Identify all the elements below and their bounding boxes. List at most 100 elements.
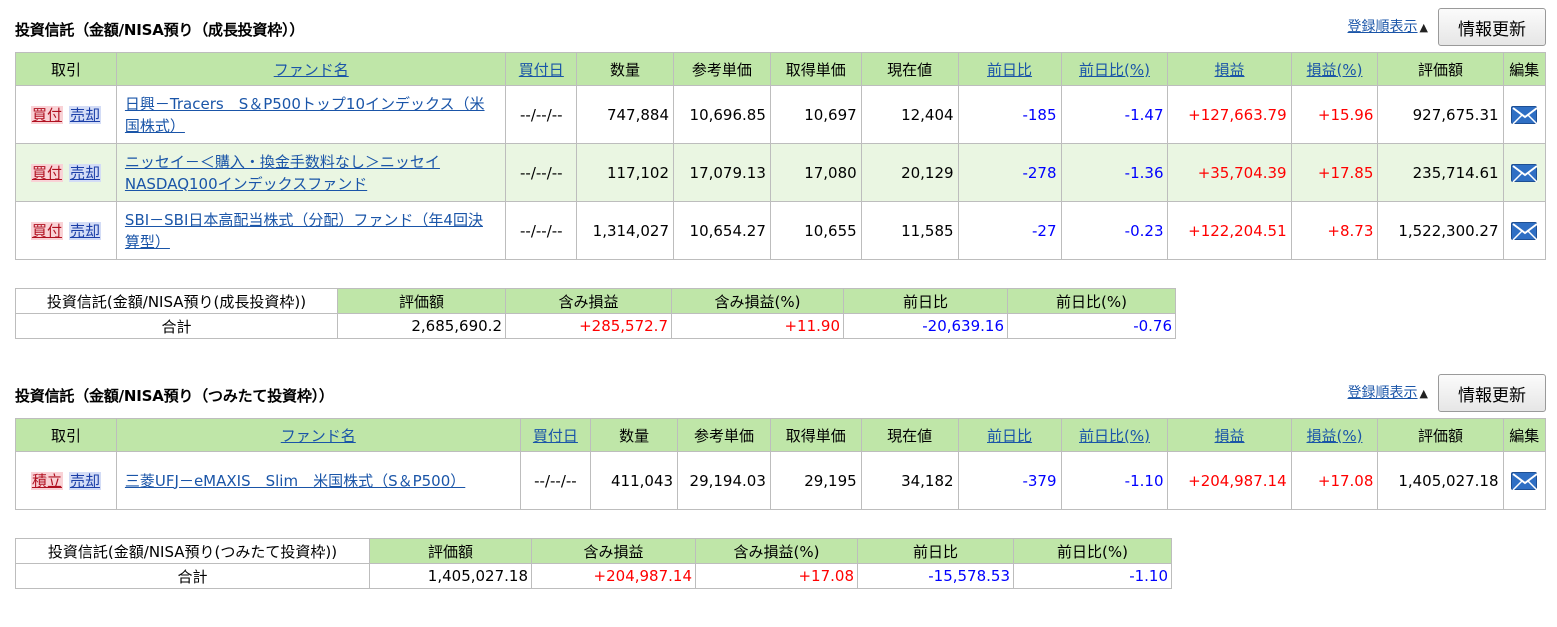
summary-col-unrealized: 含み損益 [531,538,696,564]
mail-icon[interactable] [1511,105,1538,125]
col-fund: ファンド名 [115,52,507,86]
ref-price: 29,194.03 [677,451,771,510]
col-day-change: 前日比 [957,418,1062,452]
growth-summary-table: 投資信託(金額/NISA預り(成長投資枠)) 評価額 含み損益 含み損益(%) … [15,288,1176,339]
ref-price: 10,696.85 [673,85,771,144]
cost-price: 17,080 [769,143,862,202]
summary-col-day-change: 前日比 [843,288,1008,314]
fund-name-link[interactable]: ニッセイ－＜購入・換金手数料なし＞ニッセイNASDAQ100インデックスファンド [125,153,440,193]
summary-unrealized-pct: +11.90 [671,313,844,339]
col-day-change: 前日比 [957,52,1062,86]
col-quantity: 数量 [576,52,674,86]
tsumitate-refresh-button[interactable]: 情報更新 [1438,374,1546,412]
fund-name-link[interactable]: SBI－SBI日本高配当株式（分配）ファンド（年4回決算型） [125,211,483,251]
summary-unrealized-pct: +17.08 [695,563,858,589]
table-row: 積立 売却 三菱UFJ－eMAXIS Slim 米国株式（S＆P500） --/-… [15,451,1547,510]
summary-total-label: 合計 [15,563,370,589]
mail-icon[interactable] [1511,163,1538,183]
summary-day-change-pct: -0.76 [1007,313,1176,339]
sort-day-change-pct-link[interactable]: 前日比(%) [1079,427,1150,445]
summary-unrealized: +285,572.7 [505,313,672,339]
action-cell: 積立 売却 [15,451,117,510]
growth-sort-link[interactable]: 登録順表示 ▲ [1348,16,1428,36]
cost-price: 29,195 [769,451,862,510]
mail-icon[interactable] [1511,471,1538,491]
col-quantity: 数量 [590,418,679,452]
cost-price: 10,697 [769,85,862,144]
col-pnl-pct: 損益(%) [1290,52,1379,86]
summary-day-change: -15,578.53 [857,563,1014,589]
day-change: -379 [957,451,1062,510]
buy-link[interactable]: 買付 [30,164,63,182]
tsumitate-buy-link[interactable]: 積立 [30,472,63,490]
summary-value-row: 合計 2,685,690.2 +285,572.7 +11.90 -20,639… [15,313,1176,339]
fund-cell: 日興－Tracers S＆P500トップ10インデックス（米国株式） [115,85,507,144]
growth-section-header: 投資信託（金額/NISA預り（成長投資枠）） 登録順表示 ▲ 情報更新 [15,8,1546,46]
quantity: 747,884 [576,85,674,144]
summary-total-label: 合計 [15,313,338,339]
fund-name-link[interactable]: 三菱UFJ－eMAXIS Slim 米国株式（S＆P500） [125,472,465,490]
summary-label: 投資信託(金額/NISA預り(成長投資枠)) [15,288,338,314]
edit-cell [1502,85,1547,144]
pnl-pct: +15.96 [1290,85,1379,144]
sort-fund-link[interactable]: ファンド名 [281,427,356,445]
sort-pnl-link[interactable]: 損益 [1215,427,1245,445]
pnl-pct: +17.08 [1290,451,1379,510]
edit-cell [1502,451,1547,510]
current-price: 34,182 [860,451,959,510]
action-cell: 買付 売却 [15,85,117,144]
summary-header-row: 投資信託(金額/NISA預り(成長投資枠)) 評価額 含み損益 含み損益(%) … [15,288,1176,314]
summary-col-day-change: 前日比 [857,538,1014,564]
table-row: 買付 売却 ニッセイ－＜購入・換金手数料なし＞ニッセイNASDAQ100インデック… [15,143,1547,202]
summary-value-row: 合計 1,405,027.18 +204,987.14 +17.08 -15,5… [15,563,1172,589]
tsumitate-section-header: 投資信託（金額/NISA預り（つみたて投資枠）） 登録順表示 ▲ 情報更新 [15,374,1546,412]
edit-cell [1502,143,1547,202]
tsumitate-sort-link[interactable]: 登録順表示 ▲ [1348,382,1428,402]
col-edit: 編集 [1502,52,1547,86]
sort-day-change-link[interactable]: 前日比 [987,427,1032,445]
action-cell: 買付 売却 [15,143,117,202]
growth-refresh-button[interactable]: 情報更新 [1438,8,1546,46]
sort-triangle-icon: ▲ [1419,387,1428,400]
sell-link[interactable]: 売却 [68,106,101,124]
col-valuation: 評価額 [1377,418,1504,452]
quantity: 411,043 [590,451,679,510]
summary-valuation: 1,405,027.18 [369,563,532,589]
tsumitate-holdings-table: 取引 ファンド名 買付日 数量 参考単価 取得単価 現在値 前日比 前日比(%)… [15,418,1547,510]
ref-price: 17,079.13 [673,143,771,202]
sort-buy-date-link[interactable]: 買付日 [533,427,578,445]
col-ref-price: 参考単価 [673,52,771,86]
cost-price: 10,655 [769,201,862,260]
day-change-pct: -1.36 [1060,143,1169,202]
summary-col-unrealized: 含み損益 [505,288,672,314]
sell-link[interactable]: 売却 [68,164,101,182]
col-buy-date: 買付日 [505,52,578,86]
sell-link[interactable]: 売却 [68,222,101,240]
sort-fund-link[interactable]: ファンド名 [274,61,349,79]
buy-link[interactable]: 買付 [30,222,63,240]
mail-icon[interactable] [1511,221,1538,241]
ref-price: 10,654.27 [673,201,771,260]
sort-pnl-link[interactable]: 損益 [1215,61,1245,79]
fund-name-link[interactable]: 日興－Tracers S＆P500トップ10インデックス（米国株式） [125,95,485,135]
tsumitate-section-title: 投資信託（金額/NISA預り（つみたて投資枠）） [15,387,334,405]
sort-pnl-pct-link[interactable]: 損益(%) [1307,61,1363,79]
buy-date: --/--/-- [505,143,578,202]
sort-day-change-link[interactable]: 前日比 [987,61,1032,79]
day-change: -27 [957,201,1062,260]
sell-link[interactable]: 売却 [68,472,101,490]
summary-col-day-change-pct: 前日比(%) [1007,288,1176,314]
day-change-pct: -0.23 [1060,201,1169,260]
current-price: 12,404 [860,85,959,144]
sort-day-change-pct-link[interactable]: 前日比(%) [1079,61,1150,79]
col-action: 取引 [15,52,117,86]
current-price: 20,129 [860,143,959,202]
summary-valuation: 2,685,690.2 [337,313,506,339]
sort-buy-date-link[interactable]: 買付日 [519,61,564,79]
col-cost-price: 取得単価 [769,52,862,86]
buy-link[interactable]: 買付 [30,106,63,124]
table-header-row: 取引 ファンド名 買付日 数量 参考単価 取得単価 現在値 前日比 前日比(%)… [15,52,1547,86]
day-change: -185 [957,85,1062,144]
sort-pnl-pct-link[interactable]: 損益(%) [1307,427,1363,445]
col-valuation: 評価額 [1377,52,1504,86]
